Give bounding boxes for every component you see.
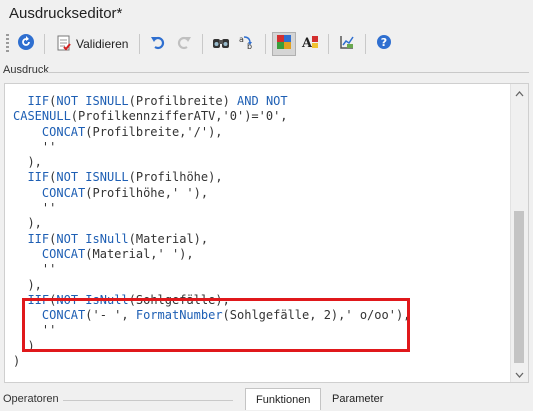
code-line: CONCAT(Material,' '),: [41, 246, 194, 261]
validate-label: Validieren: [76, 37, 129, 51]
vertical-scrollbar[interactable]: [510, 84, 528, 382]
toolbar-grip[interactable]: [6, 34, 9, 54]
code-line: '': [13, 139, 57, 154]
find-button[interactable]: [209, 32, 233, 56]
toolbar-separator: [44, 34, 45, 54]
svg-text:A: A: [301, 36, 313, 51]
highlight-box: [22, 298, 410, 352]
code-line: CASENULL(ProfilkennzifferATV,'0')='0',: [13, 109, 288, 124]
bottom-bar: Operatoren Funktionen Parameter: [0, 386, 533, 411]
code-line: CONCAT(Profilbreite,'/'),: [41, 124, 223, 139]
section-label-ausdruck: Ausdruck: [3, 64, 49, 76]
code-line: IIF(NOT IsNull(Material),: [27, 231, 209, 246]
scroll-up-button[interactable]: [511, 84, 528, 101]
section-divider: [42, 72, 529, 73]
toolbar-separator: [365, 34, 367, 54]
tab-parameter[interactable]: Parameter: [322, 388, 393, 410]
format-button[interactable]: [335, 32, 359, 56]
font-icon: A: [301, 33, 319, 56]
font-button[interactable]: A: [298, 32, 322, 56]
color-icon: [276, 34, 292, 55]
code-line: ): [13, 354, 21, 369]
code-line: CONCAT(Profilhöhe,' '),: [41, 185, 209, 200]
toolbar: Validieren ab A ?: [0, 28, 533, 60]
validate-icon: [56, 35, 72, 54]
code-line: IIF(NOT ISNULL(Profilhöhe),: [27, 170, 223, 185]
svg-text:a: a: [239, 35, 244, 44]
code-line: '': [13, 201, 57, 216]
format-icon: [339, 34, 355, 55]
redo-icon: [176, 34, 192, 55]
code-line: IIF(NOT ISNULL(Profilbreite) AND NOT: [27, 94, 288, 108]
back-button[interactable]: [14, 32, 38, 56]
back-icon: [17, 33, 35, 56]
replace-icon: ab: [238, 33, 256, 56]
code-line: ),: [13, 277, 42, 292]
undo-icon: [150, 34, 166, 55]
scroll-thumb[interactable]: [514, 211, 524, 363]
validate-button[interactable]: Validieren: [51, 32, 133, 56]
chevron-up-icon: [515, 84, 524, 102]
operators-label: Operatoren: [3, 393, 59, 405]
code-line: ),: [13, 155, 42, 170]
toolbar-separator: [328, 34, 330, 54]
code-line: '': [13, 262, 57, 277]
window-title: Ausdruckseditor*: [9, 5, 123, 22]
expression-editor[interactable]: IIF(NOT ISNULL(Profilbreite) AND NOT CASE…: [4, 83, 529, 383]
redo-button[interactable]: [172, 32, 196, 56]
toolbar-separator: [139, 34, 141, 54]
help-button[interactable]: ?: [372, 32, 396, 56]
tab-funktionen[interactable]: Funktionen: [245, 388, 322, 410]
undo-button[interactable]: [146, 32, 170, 56]
svg-text:?: ?: [381, 36, 387, 49]
toolbar-separator: [202, 34, 204, 54]
toolbar-separator: [265, 34, 267, 54]
color-button[interactable]: [272, 32, 297, 56]
scroll-down-button[interactable]: [511, 365, 528, 382]
chevron-down-icon: [515, 365, 524, 383]
replace-button[interactable]: ab: [235, 32, 259, 56]
operators-divider: [63, 400, 233, 401]
help-icon: ?: [376, 34, 392, 55]
find-icon: [212, 34, 230, 55]
code-line: ),: [13, 216, 42, 231]
